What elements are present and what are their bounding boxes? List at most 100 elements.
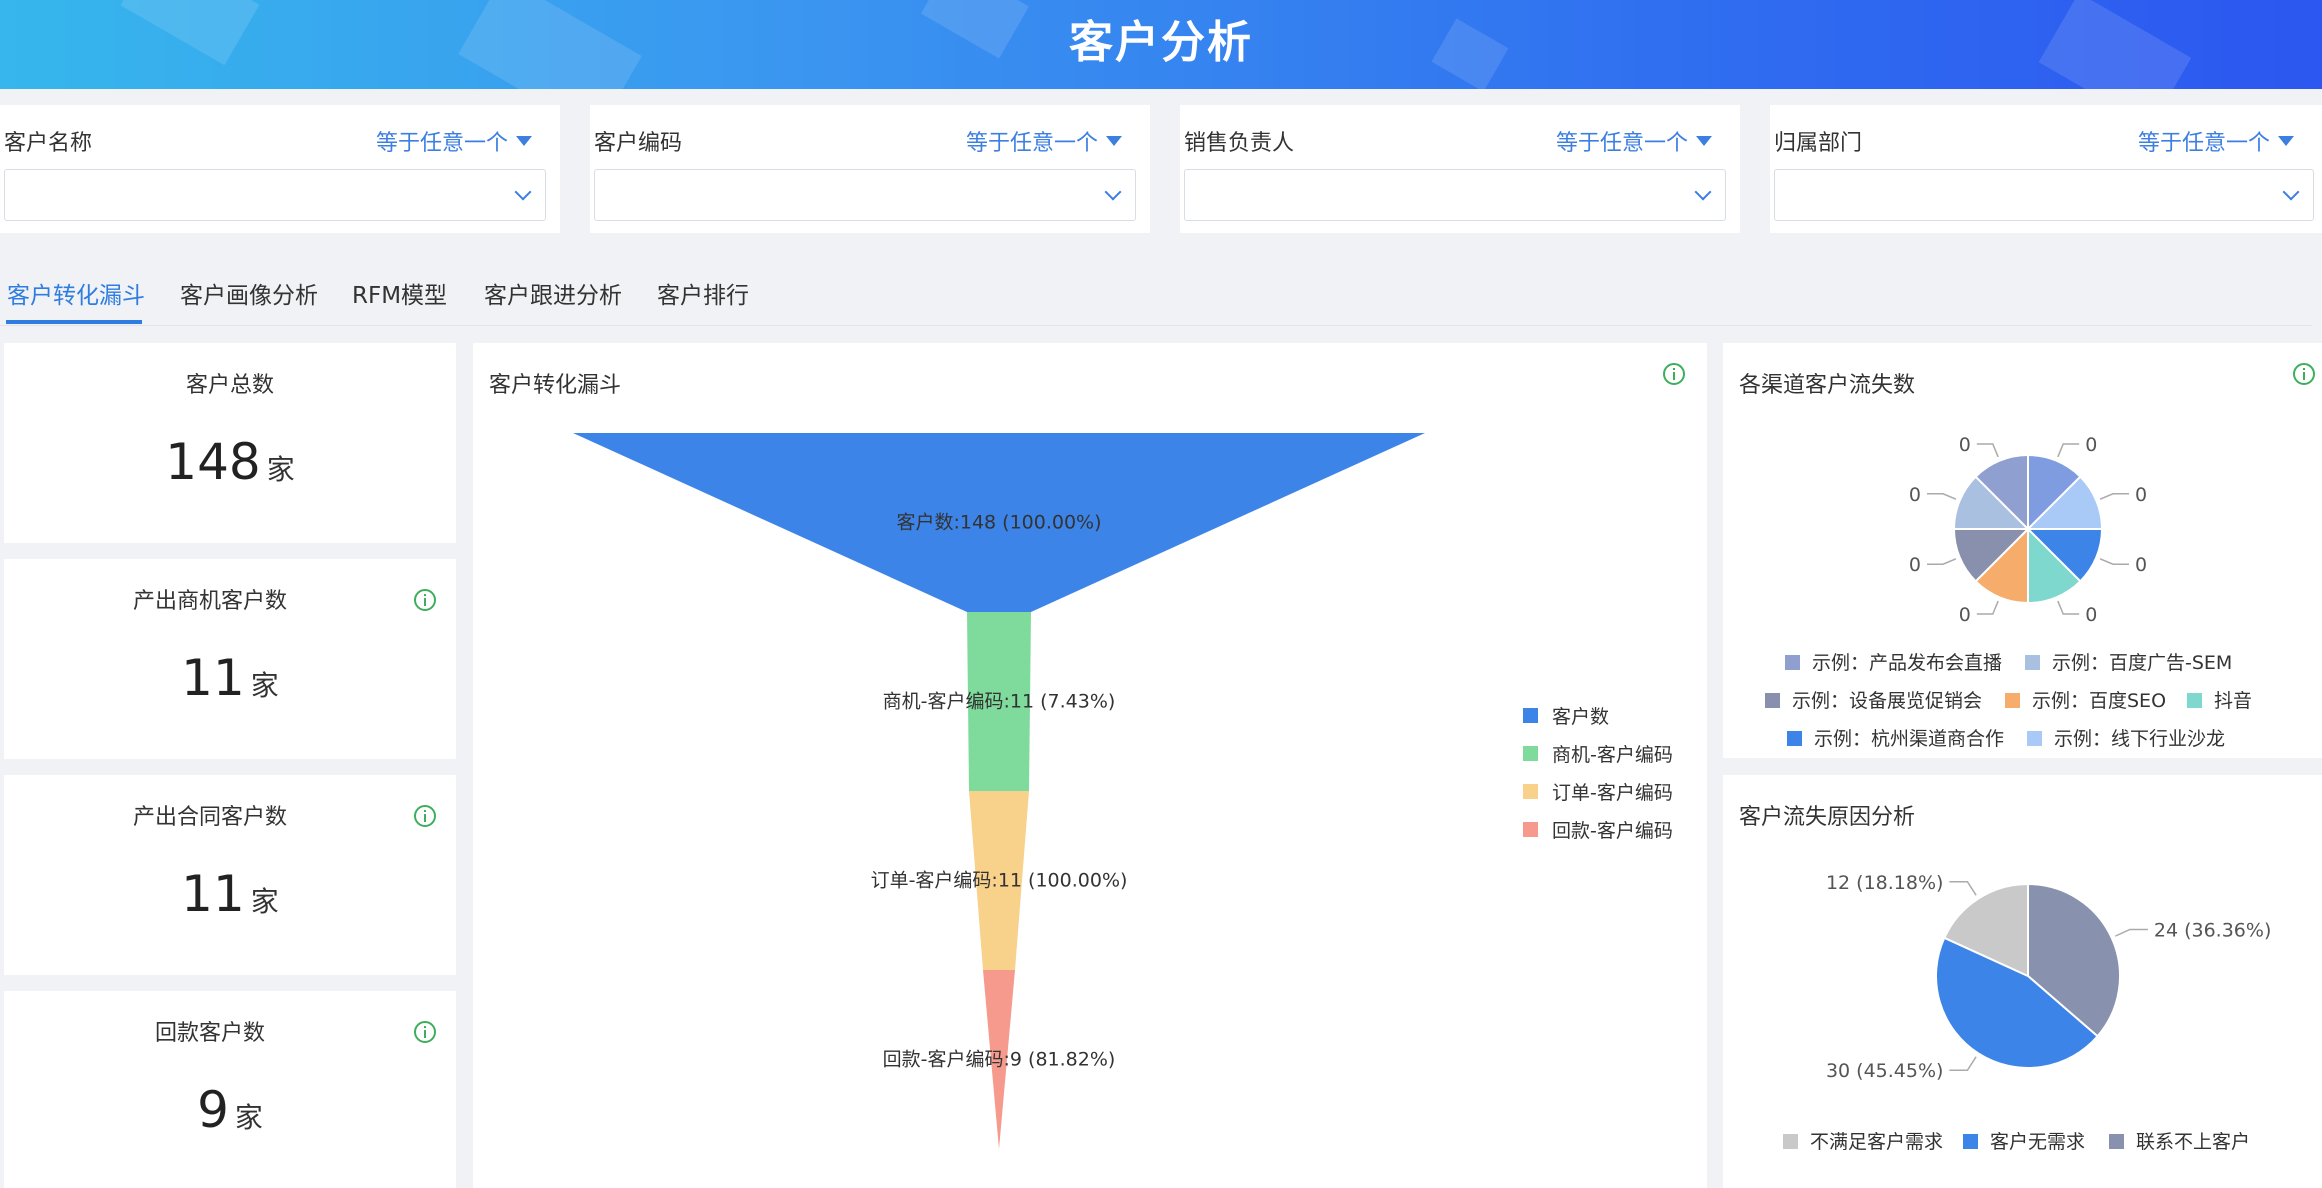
pie-label-line	[1976, 443, 1999, 458]
legend-label: 示例：设备展览促销会	[1792, 690, 1983, 712]
pie-slice-label: 0	[1909, 484, 1921, 506]
caret-down-icon[interactable]	[1696, 136, 1712, 146]
filter-customer-name: 客户名称 等于任意一个	[0, 105, 560, 233]
kpi-card-total-customers: 客户总数 148 家	[4, 343, 456, 543]
kpi-value: 11 家	[4, 649, 456, 707]
legend-item[interactable]: 示例：杭州渠道商合作	[1787, 724, 2004, 751]
legend-label: 示例：杭州渠道商合作	[1814, 728, 2005, 750]
pie-slice-label: 0	[2085, 434, 2097, 456]
pie-slice-label: 12 (18.18%)	[1826, 872, 1944, 894]
kpi-card-payment-customers: 回款客户数 9家	[4, 991, 456, 1188]
filter-value-select[interactable]	[1774, 169, 2314, 221]
filter-label: 客户编码	[594, 131, 683, 156]
tab-follow-up-analysis[interactable]: 客户跟进分析	[484, 276, 622, 310]
caret-down-icon[interactable]	[516, 136, 532, 146]
filter-customer-code: 客户编码 等于任意一个	[590, 105, 1150, 233]
pie-label-line	[1927, 493, 1957, 500]
chevron-down-icon	[2282, 183, 2300, 201]
filter-operator-select[interactable]: 等于任意一个	[376, 125, 508, 157]
filter-label: 销售负责人	[1184, 131, 1295, 156]
legend-item[interactable]: 抖音	[2187, 686, 2252, 713]
legend-swatch	[1765, 693, 1780, 708]
pie-label-line	[1949, 881, 1977, 896]
legend-label[interactable]: 商机-客户编码	[1552, 744, 1673, 766]
kpi-title: 客户总数	[185, 373, 274, 398]
kpi-number: 148	[165, 433, 261, 491]
info-icon[interactable]	[414, 589, 436, 611]
legend-swatch	[2187, 693, 2202, 708]
legend-swatch	[1787, 731, 1802, 746]
pie-label-line	[1949, 1056, 1977, 1071]
legend-label: 示例：百度广告-SEM	[2052, 652, 2233, 674]
kpi-value: 11 家	[4, 865, 456, 923]
legend-item[interactable]: 示例：百度广告-SEM	[2025, 648, 2232, 675]
pie-label-line	[2099, 558, 2129, 565]
filter-operator-select[interactable]: 等于任意一个	[2138, 125, 2270, 157]
pie-slice-label: 0	[2135, 554, 2147, 576]
tab-customer-portrait[interactable]: 客户画像分析	[180, 276, 318, 310]
kpi-unit: 家	[234, 1101, 263, 1134]
legend-item[interactable]: 示例：百度SEO	[2005, 686, 2166, 713]
filter-label: 客户名称	[4, 131, 93, 156]
info-icon[interactable]	[2293, 363, 2315, 385]
legend-swatch[interactable]	[1523, 708, 1538, 723]
legend-label[interactable]: 订单-客户编码	[1552, 782, 1673, 804]
legend-label: 抖音	[2214, 690, 2253, 712]
legend-swatch	[2005, 693, 2020, 708]
tab-customer-ranking[interactable]: 客户排行	[657, 276, 749, 310]
kpi-value: 148 家	[4, 433, 456, 491]
pie-label-line	[1927, 558, 1957, 565]
legend-item[interactable]: 示例：设备展览促销会	[1765, 686, 1982, 713]
filter-value-select[interactable]	[4, 169, 546, 221]
kpi-number: 11	[181, 865, 245, 923]
funnel-segment-label: 商机-客户编码:11 (7.43%)	[883, 691, 1116, 713]
churn-reason-pie-chart: 24 (36.36%) 30 (45.45%) 12 (18.18%)	[1826, 872, 2271, 1082]
filter-department: 归属部门 等于任意一个	[1770, 105, 2322, 233]
caret-down-icon[interactable]	[1106, 136, 1122, 146]
chevron-down-icon	[514, 183, 532, 201]
funnel-segment-label: 订单-客户编码:11 (100.00%)	[871, 870, 1128, 892]
legend-swatch[interactable]	[1523, 784, 1538, 799]
info-icon[interactable]	[414, 805, 436, 827]
chevron-down-icon	[1694, 183, 1712, 201]
filter-value-select[interactable]	[1184, 169, 1726, 221]
pie-label-line	[2057, 600, 2080, 615]
legend-item[interactable]: 示例：产品发布会直播	[1785, 648, 2002, 675]
legend-label[interactable]: 客户数	[1552, 706, 1609, 728]
legend-swatch	[1785, 655, 1800, 670]
filter-value-select[interactable]	[594, 169, 1136, 221]
funnel-chart: 客户数:148 (100.00%) 商机-客户编码:11 (7.43%) 订单-客户…	[573, 433, 1673, 1149]
legend-label: 示例：百度SEO	[2032, 690, 2167, 712]
legend-swatch	[1783, 1134, 1798, 1149]
legend-item[interactable]: 示例：线下行业沙龙	[2027, 724, 2225, 751]
page-header-banner: 客户分析	[0, 0, 2322, 89]
tab-bar: 客户转化漏斗 客户画像分析 RFM模型 客户跟进分析 客户排行	[0, 268, 2312, 326]
pie-label-line	[2099, 493, 2129, 500]
tab-rfm-model[interactable]: RFM模型	[352, 276, 447, 310]
kpi-title: 回款客户数	[154, 1021, 265, 1046]
churn-reason-card: 客户流失原因分析 24 (36.36%) 30 (45.45%) 12 (18.18…	[1723, 775, 2322, 1188]
filter-label: 归属部门	[1774, 131, 1863, 156]
chevron-down-icon	[1104, 183, 1122, 201]
legend-label[interactable]: 回款-客户编码	[1552, 820, 1673, 842]
filter-operator-select[interactable]: 等于任意一个	[1556, 125, 1688, 157]
legend-item[interactable]: 联系不上客户	[2109, 1127, 2250, 1154]
legend-swatch[interactable]	[1523, 822, 1538, 837]
legend-label: 示例：产品发布会直播	[1812, 652, 2003, 674]
tab-conversion-funnel[interactable]: 客户转化漏斗	[7, 276, 145, 310]
legend-swatch[interactable]	[1523, 746, 1538, 761]
legend-item[interactable]: 不满足客户需求	[1783, 1127, 1943, 1154]
info-icon[interactable]	[414, 1021, 436, 1043]
pie-slice-label: 0	[1909, 554, 1921, 576]
legend-swatch	[2027, 731, 2042, 746]
pie-slice-label: 30 (45.45%)	[1826, 1060, 1944, 1082]
legend-item[interactable]: 客户无需求	[1963, 1127, 2085, 1154]
filter-sales-owner: 销售负责人 等于任意一个	[1180, 105, 1740, 233]
caret-down-icon[interactable]	[2278, 136, 2294, 146]
kpi-title: 产出合同客户数	[132, 805, 287, 830]
kpi-unit: 家	[250, 885, 279, 918]
filter-operator-select[interactable]: 等于任意一个	[966, 125, 1098, 157]
pie-slice-label: 0	[1959, 604, 1971, 626]
legend-swatch	[1963, 1134, 1978, 1149]
kpi-unit: 家	[250, 669, 279, 702]
